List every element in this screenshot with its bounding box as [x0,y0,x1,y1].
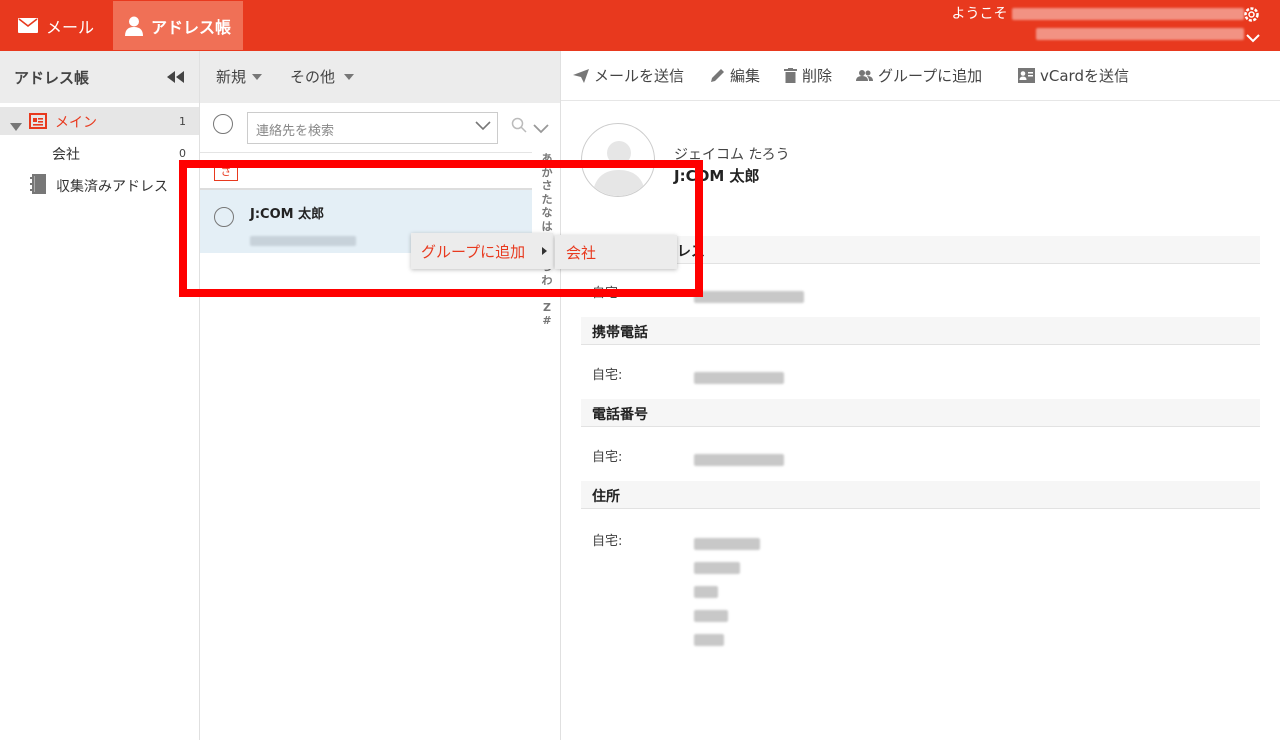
gear-icon[interactable] [1243,6,1260,27]
person-icon [125,16,143,36]
index-item[interactable]: わ [537,274,557,288]
triangle-down-icon[interactable] [10,116,22,135]
section-email-title: レス [677,244,705,260]
section-mobile-title: 携帯電話 [592,325,648,341]
send-vcard-label: vCardを送信 [1040,67,1129,85]
submenu-item-company[interactable]: 会社 [555,235,677,269]
email-field-label: 自宅: [592,286,623,301]
edit-label: 編集 [730,67,761,85]
other-button[interactable]: その他 [290,66,355,87]
phone-value-redacted [694,449,784,468]
index-item[interactable]: A-Z [537,287,557,314]
address-field-label: 自宅: [592,534,623,549]
send-mail-label: メールを送信 [594,67,685,85]
kana-section-header: さ [214,163,238,181]
search-placeholder: 連絡先を検索 [256,124,335,139]
notebook-icon [30,174,46,198]
tree-item-main-count: 1 [179,115,186,128]
index-item[interactable]: さ [537,179,557,193]
detail-toolbar: メールを送信 編集 削除 グループに追加 vCardを送信 [561,51,1280,101]
contact-list-toolbar: 新規 その他 [200,51,560,103]
tree-item-company-label: 会社 [52,147,80,163]
mobile-field-label: 自宅: [592,368,623,383]
collapse-icon[interactable] [167,69,185,87]
index-item[interactable]: た [537,193,557,207]
edit-button[interactable]: 編集 [710,65,760,86]
tree-item-main-label: メイン [55,115,97,131]
tree-item-company-count: 0 [179,147,186,160]
divider [200,152,532,153]
tab-addressbook-label: アドレス帳 [151,17,232,37]
section-phone: 電話番号 [581,399,1260,427]
chevron-down-icon[interactable] [1246,28,1260,47]
search-icon[interactable] [511,117,527,137]
delete-button[interactable]: 削除 [784,65,832,86]
tab-mail-label: メール [46,17,95,37]
submenu-arrow-icon [542,247,547,255]
tree-item-collected[interactable]: 収集済みアドレス [0,172,199,198]
redacted-username [1012,8,1244,20]
person-icon [592,141,646,196]
contact-name: J:COM 太郎 [674,167,760,185]
context-menu-item-label: グループに追加 [421,243,526,261]
pencil-icon [711,69,724,82]
add-group-button[interactable]: グループに追加 [856,65,982,86]
context-menu-add-to-group[interactable]: グループに追加 [411,233,553,269]
add-group-label: グループに追加 [878,67,983,85]
chevron-down-icon[interactable] [475,119,491,135]
left-panel-header: アドレス帳 [0,51,199,103]
phone-field-label: 自宅: [592,450,623,465]
contact-email-redacted [250,230,356,249]
email-value-redacted [694,286,804,305]
welcome-area: ようこそ [952,4,1244,44]
chevron-down-icon[interactable] [533,119,549,138]
mobile-value-redacted [694,367,784,386]
welcome-label: ようこそ [951,6,1008,22]
submenu-item-label: 会社 [566,244,597,262]
tree-item-collected-label: 収集済みアドレス [56,179,168,195]
send-vcard-button[interactable]: vCardを送信 [1018,65,1129,86]
left-panel-title: アドレス帳 [14,68,90,87]
address-value-redacted [694,533,760,648]
new-button[interactable]: 新規 [216,66,263,87]
caret-down-icon [252,73,263,80]
section-address-title: 住所 [592,489,620,505]
index-item[interactable]: か [537,166,557,180]
left-panel: アドレス帳 メイン 1 会社 0 収集済みアドレス [0,51,199,740]
index-item[interactable]: # [537,314,557,328]
redacted-email [1036,28,1244,40]
section-mobile: 携帯電話 [581,317,1260,345]
group-icon [856,70,873,81]
search-row: 連絡先を検索 [200,111,560,151]
new-button-label: 新規 [216,68,247,86]
contact-name-kana: ジェイコム たろう [674,147,790,163]
other-button-label: その他 [290,68,336,86]
trash-icon [784,68,797,83]
caret-down-icon [344,73,355,80]
section-email: レス [581,236,1260,264]
select-all-checkbox[interactable] [213,114,233,134]
search-input[interactable]: 連絡先を検索 [247,112,498,144]
contact-detail-panel: メールを送信 編集 削除 グループに追加 vCardを送信 ジェイコム たろう … [561,51,1280,740]
top-bar: メール アドレス帳 ようこそ [0,0,1280,51]
section-phone-title: 電話番号 [592,407,648,423]
tab-mail[interactable]: メール [0,0,112,51]
vcard-icon [1018,68,1035,83]
contact-name: J:COM 太郎 [250,207,325,222]
addressbook-icon [29,113,47,133]
tab-addressbook[interactable]: アドレス帳 [113,1,243,50]
delete-label: 削除 [802,67,833,85]
index-item[interactable]: あ [537,152,557,166]
tree-item-main[interactable]: メイン 1 [0,107,199,135]
index-item[interactable]: は [537,220,557,234]
avatar [581,123,655,197]
paper-plane-icon [573,68,589,83]
tree-item-company[interactable]: 会社 0 [0,140,199,166]
section-address: 住所 [581,481,1260,509]
send-mail-button[interactable]: メールを送信 [573,65,684,86]
envelope-icon [18,18,38,33]
contact-list-panel: 新規 その他 連絡先を検索 さ J:COM 太郎 あ か さ た な は わ A… [199,51,561,740]
contact-checkbox[interactable] [214,207,234,227]
index-item[interactable]: な [537,206,557,220]
